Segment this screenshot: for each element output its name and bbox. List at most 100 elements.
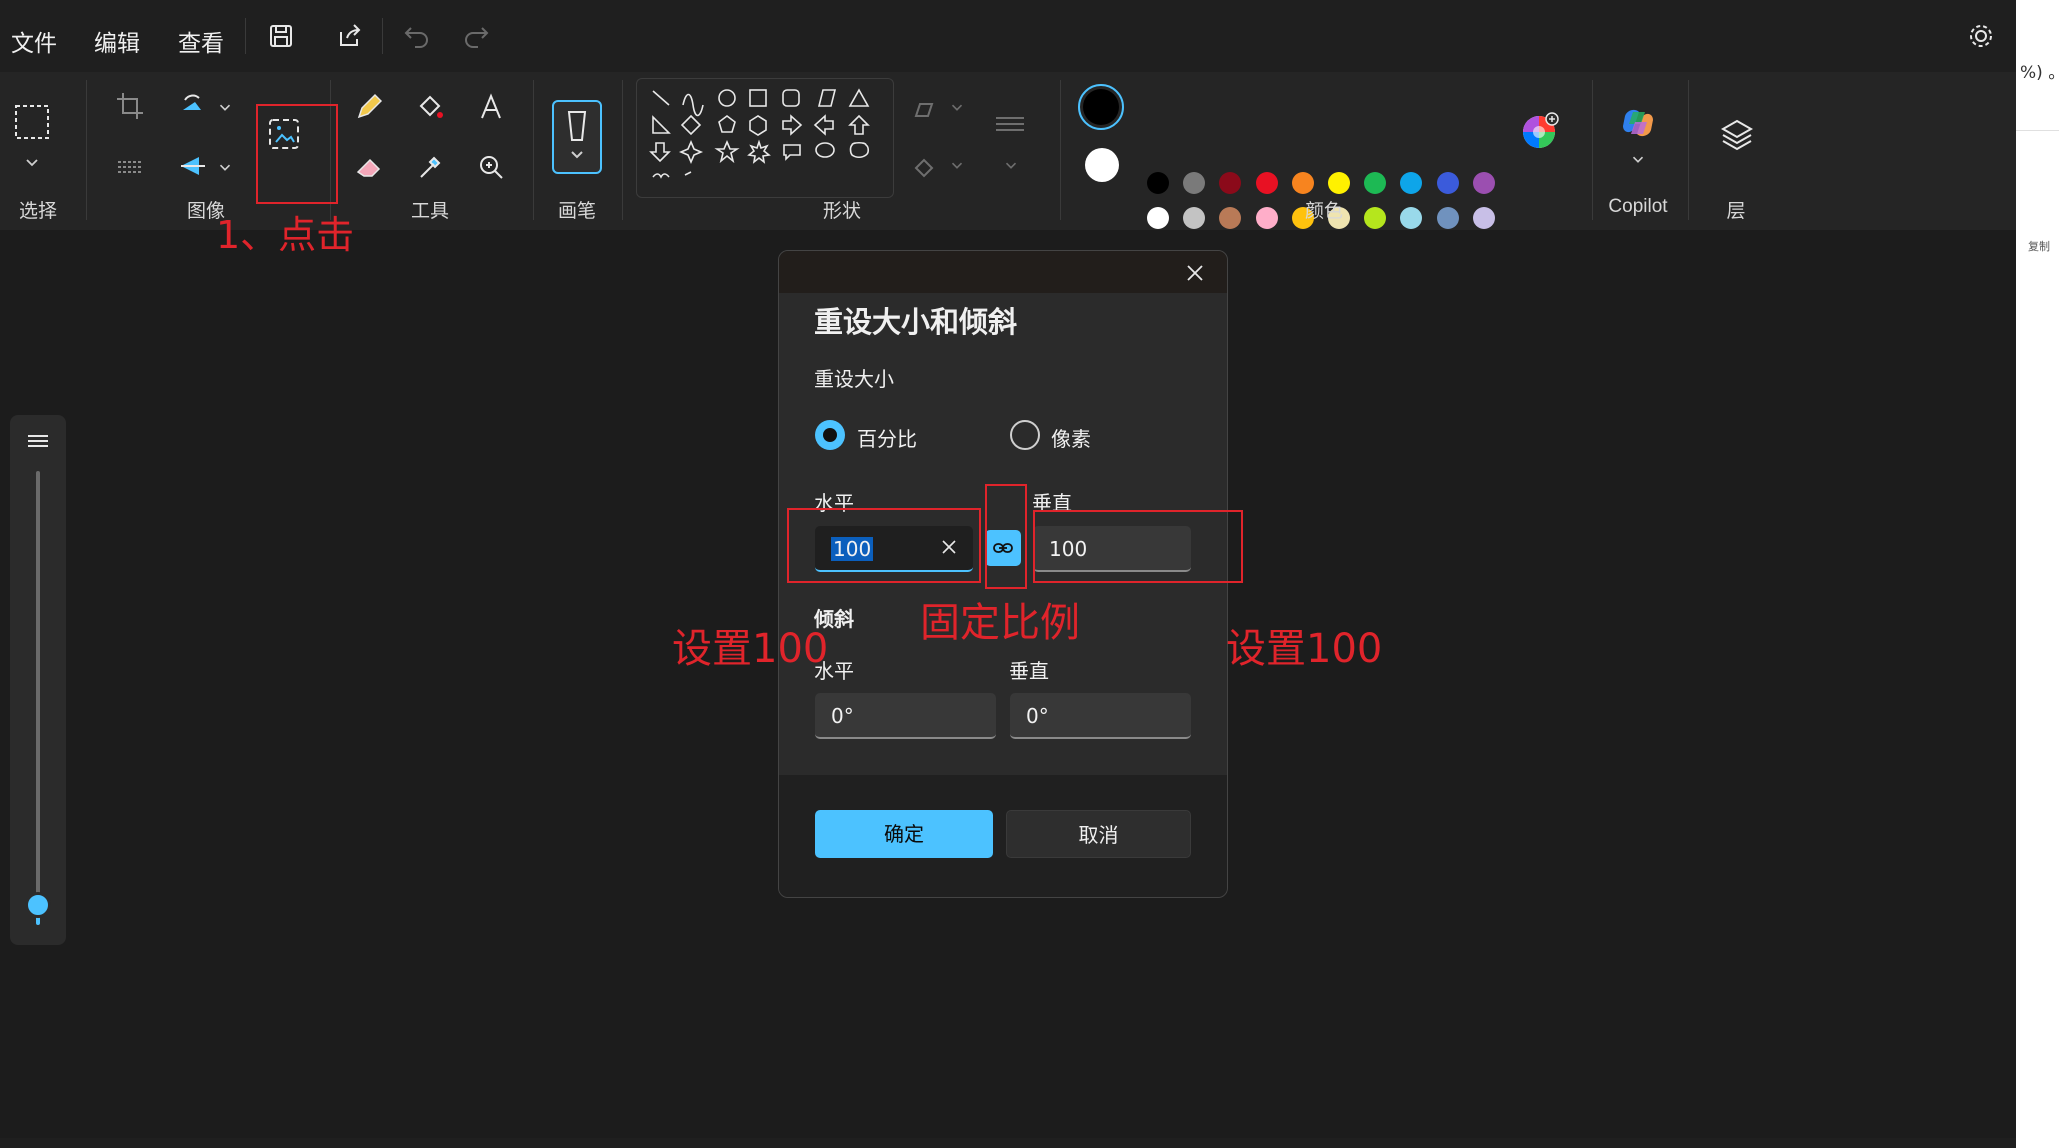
group-label-tools: 工具 — [410, 200, 449, 222]
color-swatch[interactable] — [1255, 207, 1278, 229]
color-swatch[interactable] — [1219, 207, 1242, 229]
separator — [382, 18, 383, 54]
dialog-title: 重设大小和倾斜 — [814, 305, 1018, 339]
shape-outline-icon[interactable] — [910, 94, 940, 124]
color-swatch[interactable] — [1472, 172, 1495, 194]
color-swatch[interactable] — [1436, 172, 1459, 194]
magnifier-icon[interactable] — [474, 150, 508, 184]
secondary-color-swatch[interactable] — [1085, 148, 1119, 182]
skew-horizontal-value: 0° — [831, 704, 854, 728]
remove-background-icon[interactable] — [114, 150, 146, 182]
save-icon[interactable] — [263, 18, 299, 54]
skew-vertical-label: 垂直 — [1009, 659, 1049, 683]
undo-icon[interactable] — [399, 18, 435, 54]
close-icon[interactable] — [1185, 263, 1205, 283]
annotation-box-lock — [985, 484, 1027, 589]
strip-text: 复制 — [2028, 240, 2050, 253]
color-swatch[interactable] — [1364, 172, 1387, 194]
status-bar — [0, 1138, 2016, 1148]
rotate-icon[interactable] — [177, 90, 209, 122]
resize-section-label: 重设大小 — [814, 367, 894, 391]
text-icon[interactable] — [474, 90, 508, 124]
color-swatch[interactable] — [1400, 207, 1423, 229]
slider-thumb[interactable] — [25, 892, 51, 918]
color-swatch[interactable] — [1436, 207, 1459, 229]
menu-edit[interactable]: 编辑 — [94, 24, 140, 58]
color-swatch[interactable] — [1147, 207, 1169, 229]
ok-button[interactable]: 确定 — [815, 810, 993, 858]
radio-pixels-label[interactable]: 像素 — [1051, 423, 1091, 452]
chevron-down-icon[interactable] — [216, 158, 234, 176]
redo-icon[interactable] — [458, 18, 494, 54]
dialog-footer: 确定 取消 — [779, 775, 1227, 897]
skew-horizontal-input[interactable]: 0° — [815, 693, 996, 739]
separator — [1060, 80, 1061, 220]
settings-gear-icon[interactable] — [1963, 18, 1999, 54]
stroke-width-icon — [26, 431, 50, 451]
separator — [533, 80, 534, 220]
color-swatch[interactable] — [1147, 172, 1169, 194]
layers-icon[interactable] — [1719, 116, 1755, 152]
separator — [1688, 80, 1689, 220]
pencil-icon[interactable] — [352, 90, 386, 124]
separator — [1592, 80, 1593, 220]
chevron-down-icon[interactable] — [1629, 150, 1647, 168]
slider-track — [36, 471, 40, 911]
color-swatch[interactable] — [1183, 207, 1206, 229]
group-label-layers: 层 — [1726, 200, 1746, 222]
annotation-center: 固定比例 — [920, 600, 1080, 646]
radio-percent-label[interactable]: 百分比 — [857, 423, 917, 452]
color-picker-icon[interactable] — [413, 150, 447, 184]
background-window-strip: %) 。 复制 — [2016, 0, 2059, 1148]
color-swatch[interactable] — [1291, 172, 1314, 194]
brush-selector-button[interactable] — [552, 100, 602, 174]
menu-file[interactable]: 文件 — [11, 24, 57, 58]
crop-icon[interactable] — [114, 90, 146, 122]
group-label-brushes: 画笔 — [557, 200, 596, 222]
edit-colors-icon[interactable] — [1519, 110, 1561, 152]
primary-color-swatch — [1083, 89, 1119, 125]
color-swatch[interactable] — [1400, 172, 1423, 194]
chevron-down-icon[interactable] — [1002, 156, 1020, 174]
annotation-left: 设置100 — [672, 626, 829, 672]
shapes-gallery — [636, 78, 894, 198]
color-swatch[interactable] — [1219, 172, 1242, 194]
group-label-select: 选择 — [18, 200, 57, 222]
annotation-box-resize — [256, 104, 338, 204]
annotation-box-horizontal — [787, 508, 981, 583]
menu-view[interactable]: 查看 — [178, 24, 224, 58]
zoom-slider[interactable] — [10, 415, 66, 945]
eraser-icon[interactable] — [352, 150, 386, 184]
color-swatch[interactable] — [1472, 207, 1495, 229]
group-label-shapes: 形状 — [822, 200, 861, 222]
radio-pixels[interactable] — [1010, 420, 1040, 450]
shape-fill-icon[interactable] — [910, 152, 940, 182]
select-rectangle-icon[interactable] — [12, 102, 52, 142]
stroke-size-icon[interactable] — [992, 110, 1028, 140]
cancel-button[interactable]: 取消 — [1006, 810, 1191, 858]
chevron-down-icon[interactable] — [948, 98, 966, 116]
skew-vertical-input[interactable]: 0° — [1010, 693, 1191, 739]
share-icon[interactable] — [331, 18, 367, 54]
group-label-copilot: Copilot — [1608, 196, 1668, 217]
annotation-step1: 1、点击 — [216, 213, 355, 257]
separator — [622, 80, 623, 220]
copilot-icon[interactable] — [1617, 102, 1659, 144]
separator — [245, 18, 246, 54]
chevron-down-icon[interactable] — [216, 98, 234, 116]
strip-text: %) 。 — [2020, 63, 2059, 83]
color-swatch[interactable] — [1328, 172, 1350, 194]
dialog-titlebar — [779, 251, 1227, 293]
annotation-box-vertical — [1033, 510, 1243, 583]
chevron-down-icon[interactable] — [22, 152, 42, 172]
fill-bucket-icon[interactable] — [413, 90, 447, 124]
primary-color-button[interactable] — [1078, 84, 1124, 130]
flip-icon[interactable] — [177, 150, 209, 182]
radio-percent[interactable] — [815, 420, 845, 450]
color-swatch[interactable] — [1255, 172, 1278, 194]
chevron-down-icon[interactable] — [948, 156, 966, 174]
color-swatch[interactable] — [1183, 172, 1206, 194]
divider — [2016, 130, 2059, 131]
annotation-right: 设置100 — [1226, 626, 1383, 672]
color-swatch[interactable] — [1364, 207, 1387, 229]
